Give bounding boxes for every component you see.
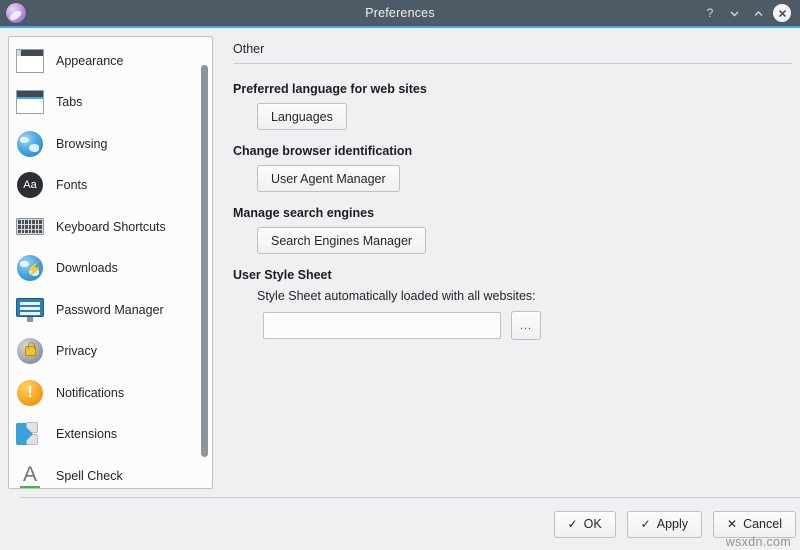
letter-a-spellcheck-icon: A [15,461,45,488]
chevron-up-icon [753,8,764,19]
page-title: Other [233,38,792,63]
panel-content: Preferred language for web sites Languag… [233,82,792,489]
sidebar-scrollbar-thumb[interactable] [201,65,208,457]
language-section-heading: Preferred language for web sites [233,82,792,96]
cancel-button-label: Cancel [743,517,782,531]
falkon-logo-icon [6,3,26,23]
ok-button-label: OK [584,517,602,531]
help-icon: ? [707,7,714,19]
style-sheet-browse-button[interactable]: ... [511,311,541,340]
sidebar-list: Appearance Tabs Browsing Aa [9,37,212,488]
style-sheet-path-input[interactable] [263,312,501,339]
monitor-password-icon [15,295,45,325]
sidebar-item-notifications[interactable]: ! Notifications [9,372,212,414]
search-engines-manager-button[interactable]: Search Engines Manager [257,227,426,254]
sidebar-item-tabs[interactable]: Tabs [9,82,212,124]
help-button[interactable]: ? [699,2,721,24]
sidebar-item-downloads[interactable]: ⚡ Downloads [9,248,212,290]
sidebar-scrollbar[interactable] [201,65,208,478]
settings-panel: Other Preferred language for web sites L… [213,36,792,489]
sidebar-item-appearance[interactable]: Appearance [9,40,212,82]
preferences-window: Preferences ? [0,0,800,550]
close-icon [773,4,791,22]
apply-button[interactable]: ✓ Apply [627,511,702,538]
language-button-row: Languages [233,103,792,130]
fonts-icon-text: Aa [17,172,43,198]
sidebar-item-label: Appearance [56,54,123,68]
title-bar: Preferences ? [0,0,800,28]
search-engines-section-heading: Manage search engines [233,206,792,220]
ok-button[interactable]: ✓ OK [554,511,616,538]
keyboard-icon [15,212,45,242]
spell-icon-text: A [17,464,43,488]
globe-download-icon: ⚡ [15,253,45,283]
sidebar-item-label: Downloads [56,261,118,275]
close-button[interactable] [771,2,793,24]
sidebar-item-spell-check[interactable]: A Spell Check [9,455,212,488]
cross-icon: ✕ [727,518,737,530]
minimize-button[interactable] [723,2,745,24]
sidebar-item-extensions[interactable]: Extensions [9,414,212,456]
chevron-down-icon [729,8,740,19]
window-title: Preferences [0,6,800,20]
identification-section-heading: Change browser identification [233,144,792,158]
user-agent-manager-button[interactable]: User Agent Manager [257,165,400,192]
style-sheet-row: ... [233,311,792,340]
style-sheet-section-heading: User Style Sheet [233,268,792,282]
globe-lock-icon [15,336,45,366]
globe-icon [15,129,45,159]
puzzle-piece-icon [15,419,45,449]
settings-sidebar: Appearance Tabs Browsing Aa [8,36,213,489]
sidebar-item-privacy[interactable]: Privacy [9,331,212,373]
check-icon: ✓ [641,518,651,530]
sidebar-item-label: Tabs [56,95,82,109]
fonts-aa-icon: Aa [15,170,45,200]
sidebar-item-label: Extensions [56,427,117,441]
title-separator [233,63,792,64]
sidebar-item-label: Keyboard Shortcuts [56,220,166,234]
sidebar-item-password-manager[interactable]: Password Manager [9,289,212,331]
sidebar-item-label: Notifications [56,386,124,400]
style-sheet-description: Style Sheet automatically loaded with al… [257,289,792,303]
window-appearance-icon [15,46,45,76]
sidebar-item-fonts[interactable]: Aa Fonts [9,165,212,207]
dialog-footer: ✓ OK ✓ Apply ✕ Cancel [0,498,800,550]
window-tabs-icon [15,87,45,117]
sidebar-item-label: Browsing [56,137,107,151]
sidebar-item-label: Spell Check [56,469,123,483]
sidebar-item-browsing[interactable]: Browsing [9,123,212,165]
check-icon: ✓ [568,518,578,530]
window-controls: ? [699,2,800,24]
sidebar-item-label: Privacy [56,344,97,358]
sidebar-item-keyboard-shortcuts[interactable]: Keyboard Shortcuts [9,206,212,248]
maximize-button[interactable] [747,2,769,24]
sidebar-item-label: Password Manager [56,303,164,317]
notification-bell-icon: ! [15,378,45,408]
search-engines-button-row: Search Engines Manager [233,227,792,254]
sidebar-item-label: Fonts [56,178,87,192]
dialog-body: Appearance Tabs Browsing Aa [0,28,800,497]
identification-button-row: User Agent Manager [233,165,792,192]
cancel-button[interactable]: ✕ Cancel [713,511,796,538]
apply-button-label: Apply [657,517,688,531]
languages-button[interactable]: Languages [257,103,347,130]
